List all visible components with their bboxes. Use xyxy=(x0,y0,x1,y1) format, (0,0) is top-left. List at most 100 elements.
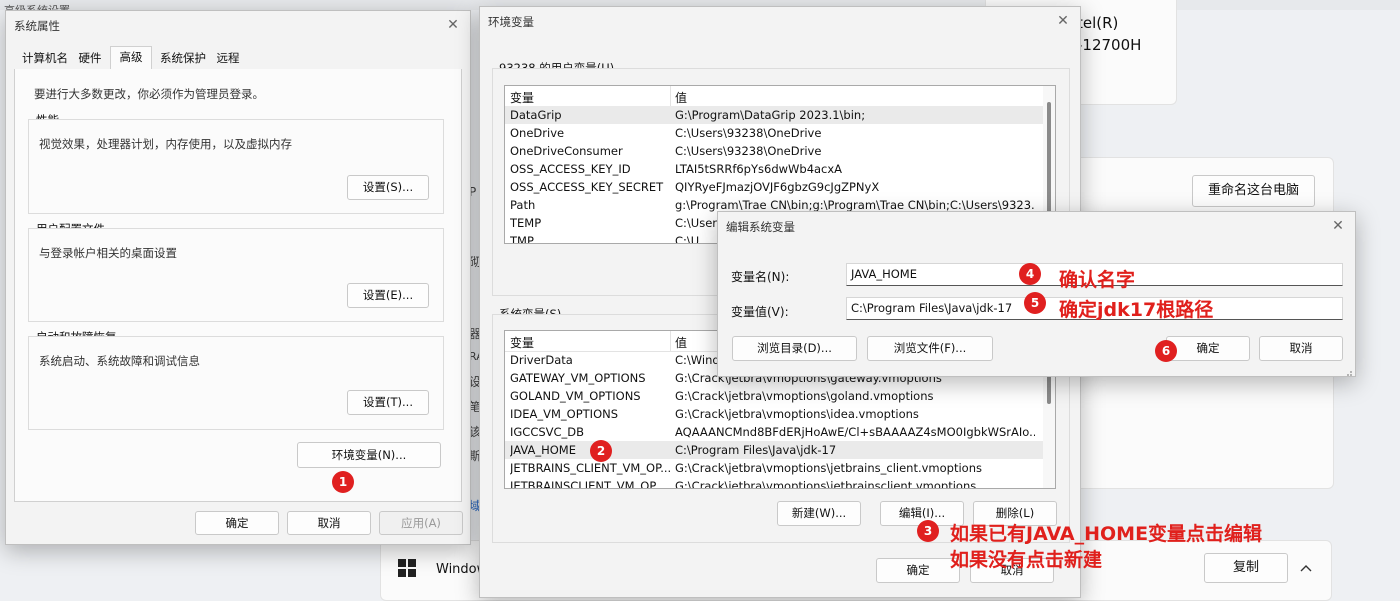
annotation-badge-6: 6 xyxy=(1155,340,1177,362)
system-properties-window: 系统属性 ✕ 计算机名 硬件 高级 系统保护 远程 要进行大多数更改，你必须作为… xyxy=(5,10,471,545)
var-name: GATEWAY_VM_OPTIONS xyxy=(510,371,646,385)
sys-props-titlebar[interactable]: 系统属性 ✕ xyxy=(6,11,470,39)
annotation-badge-4: 4 xyxy=(1019,263,1041,285)
close-icon[interactable]: ✕ xyxy=(442,15,464,35)
close-icon[interactable]: ✕ xyxy=(1052,11,1074,31)
var-name: IGCCSVC_DB xyxy=(510,425,585,439)
admin-note: 要进行大多数更改，你必须作为管理员登录。 xyxy=(34,87,264,101)
table-row[interactable]: OneDriveConsumer C:\Users\93238\OneDrive xyxy=(505,142,1043,160)
bg-top-left-text[interactable]: 高级系统设置 xyxy=(4,0,70,10)
startup-group: 系统启动、系统故障和调试信息 设置(T)... xyxy=(28,336,444,430)
tab-system-protection[interactable]: 系统保护 xyxy=(156,48,210,68)
var-name: DataGrip xyxy=(510,108,562,122)
col-separator xyxy=(670,86,671,106)
environment-variables-button[interactable]: 环境变量(N)... xyxy=(297,442,441,468)
edit-cancel-button[interactable]: 取消 xyxy=(1259,336,1343,361)
annotation-confirm-path: 确定jdk17根路径 xyxy=(1059,299,1214,321)
var-value: QIYRyeFJmazjOVJF6gbzG9cJgZPNyX xyxy=(675,180,880,194)
var-name: TEMP xyxy=(510,216,542,230)
tab-advanced[interactable]: 高级 xyxy=(110,46,152,70)
var-name: Path xyxy=(510,198,536,212)
var-name: DriverData xyxy=(510,353,573,367)
tab-computer-name[interactable]: 计算机名 xyxy=(18,48,72,68)
sys-props-apply-button[interactable]: 应用(A) xyxy=(379,511,463,535)
performance-desc: 视觉效果，处理器计划，内存使用，以及虚拟内存 xyxy=(39,137,292,151)
var-value: C:\Users\93238\OneDrive xyxy=(675,126,822,140)
user-profiles-group: 与登录帐户相关的桌面设置 设置(E)... xyxy=(28,228,444,322)
new-variable-button[interactable]: 新建(W)... xyxy=(777,501,861,526)
var-name: JETBRAINSCLIENT_VM_OP... xyxy=(510,479,666,489)
close-icon[interactable]: ✕ xyxy=(1327,216,1349,236)
scroll-thumb[interactable] xyxy=(1047,102,1051,227)
chevron-up-icon[interactable] xyxy=(1298,560,1314,576)
var-value: LTAI5tSRRf6pYs6dwWb4acxA xyxy=(675,162,843,176)
variable-name-label: 变量名(N): xyxy=(731,270,790,284)
user-profiles-settings-button[interactable]: 设置(E)... xyxy=(347,283,429,308)
sys-col-value[interactable]: 值 xyxy=(675,334,687,351)
table-row[interactable]: JETBRAINS_CLIENT_VM_OP... G:\Crack\jetbra… xyxy=(505,459,1043,477)
windows-logo-icon xyxy=(398,559,416,577)
var-value: G:\Crack\jetbra\vmoptions\jetbrainsclien… xyxy=(675,479,977,489)
browse-file-button[interactable]: 浏览文件(F)... xyxy=(867,336,993,361)
env-ok-button[interactable]: 确定 xyxy=(876,558,960,583)
sys-props-cancel-button[interactable]: 取消 xyxy=(287,511,371,535)
rename-pc-button[interactable]: 重命名这台电脑 xyxy=(1192,175,1315,207)
edit-title: 编辑系统变量 xyxy=(726,220,795,234)
performance-group: 视觉效果，处理器计划，内存使用，以及虚拟内存 设置(S)... xyxy=(28,119,444,214)
col-separator xyxy=(670,331,671,351)
table-row[interactable]: OSS_ACCESS_KEY_ID LTAI5tSRRf6pYs6dwWb4acx… xyxy=(505,160,1043,178)
var-name: OneDriveConsumer xyxy=(510,144,623,158)
annotation-badge-1: 1 xyxy=(332,471,354,493)
table-row[interactable]: GOLAND_VM_OPTIONS G:\Crack\jetbra\vmoptio… xyxy=(505,387,1043,405)
var-name: JETBRAINS_CLIENT_VM_OP... xyxy=(510,461,670,475)
annotation-badge-5: 5 xyxy=(1024,292,1046,314)
tab-hardware[interactable]: 硬件 xyxy=(74,48,106,68)
user-vars-header: 变量 值 xyxy=(505,86,1055,107)
var-name: OSS_ACCESS_KEY_SECRET xyxy=(510,180,664,194)
var-value: G:\Crack\jetbra\vmoptions\goland.vmoptio… xyxy=(675,389,934,403)
resize-grip-icon[interactable] xyxy=(1345,366,1353,376)
table-row-java-home[interactable]: JAVA_HOME C:\Program Files\Java\jdk-17 xyxy=(505,441,1043,459)
table-row[interactable]: OSS_ACCESS_KEY_SECRET QIYRyeFJmazjOVJF6gb… xyxy=(505,178,1043,196)
var-name: GOLAND_VM_OPTIONS xyxy=(510,389,641,403)
startup-desc: 系统启动、系统故障和调试信息 xyxy=(39,354,200,368)
annotation-hint-edit: 如果已有JAVA_HOME变量点击编辑 xyxy=(950,523,1263,545)
var-name: OneDrive xyxy=(510,126,565,140)
bg-cpu-line1: tel(R) xyxy=(1077,14,1119,32)
var-value: C:\Users\93238\OneDrive xyxy=(675,144,822,158)
var-name: TMP xyxy=(510,234,534,244)
annotation-hint-new: 如果没有点击新建 xyxy=(950,549,1103,571)
table-row[interactable]: DataGrip G:\Program\DataGrip 2023.1\bin; xyxy=(505,106,1043,124)
annotation-confirm-name: 确认名字 xyxy=(1059,269,1136,291)
startup-settings-button[interactable]: 设置(T)... xyxy=(347,390,429,415)
sys-props-tabbar: 计算机名 硬件 高级 系统保护 远程 xyxy=(14,46,460,70)
var-value: G:\Program\DataGrip 2023.1\bin; xyxy=(675,108,866,122)
bg-cpu-line2: -12700H xyxy=(1077,36,1142,54)
sys-props-ok-button[interactable]: 确定 xyxy=(195,511,279,535)
tab-remote[interactable]: 远程 xyxy=(212,48,244,68)
table-row[interactable]: IDEA_VM_OPTIONS G:\Crack\jetbra\vmoptions… xyxy=(505,405,1043,423)
var-value: AQAAANCMnd8BFdERjHoAwE/Cl+sBAAAAZ4sMO0Ig… xyxy=(675,425,1035,439)
browse-directory-button[interactable]: 浏览目录(D)... xyxy=(732,336,857,361)
var-value: G:\Crack\jetbra\vmoptions\idea.vmoptions xyxy=(675,407,919,421)
performance-settings-button[interactable]: 设置(S)... xyxy=(347,175,429,200)
annotation-badge-2: 2 xyxy=(590,440,612,462)
var-value: G:\Crack\jetbra\vmoptions\jetbrains_clie… xyxy=(675,461,982,475)
sys-props-title: 系统属性 xyxy=(14,19,60,33)
table-row[interactable]: OneDrive C:\Users\93238\OneDrive xyxy=(505,124,1043,142)
var-name: IDEA_VM_OPTIONS xyxy=(510,407,619,421)
edit-ok-button[interactable]: 确定 xyxy=(1166,336,1250,361)
user-col-value[interactable]: 值 xyxy=(675,89,687,106)
user-col-variable[interactable]: 变量 xyxy=(510,89,534,106)
sys-col-variable[interactable]: 变量 xyxy=(510,334,534,351)
var-name: OSS_ACCESS_KEY_ID xyxy=(510,162,631,176)
edit-titlebar[interactable]: 编辑系统变量 ✕ xyxy=(718,212,1355,240)
table-row[interactable]: JETBRAINSCLIENT_VM_OP... G:\Crack\jetbra\… xyxy=(505,477,1043,489)
user-profiles-desc: 与登录帐户相关的桌面设置 xyxy=(39,246,177,260)
env-titlebar[interactable]: 环境变量 ✕ xyxy=(480,7,1080,35)
table-row[interactable]: IGCCSVC_DB AQAAANCMnd8BFdERjHoAwE/Cl+sBAA… xyxy=(505,423,1043,441)
env-title: 环境变量 xyxy=(488,15,534,29)
copy-button[interactable]: 复制 xyxy=(1204,553,1288,583)
annotation-badge-3: 3 xyxy=(917,520,939,542)
variable-value-label: 变量值(V): xyxy=(731,305,789,319)
